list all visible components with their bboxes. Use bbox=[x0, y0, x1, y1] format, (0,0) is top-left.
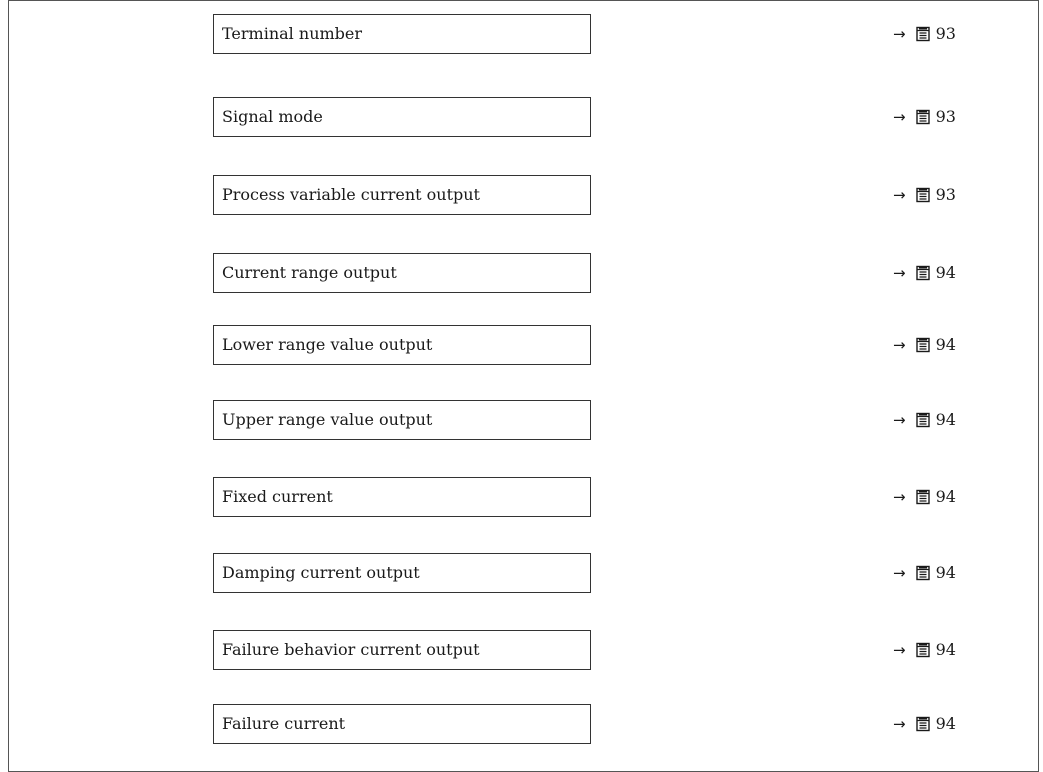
book-page-icon bbox=[915, 565, 931, 581]
parameter-label[interactable]: Signal mode bbox=[213, 97, 591, 137]
arrow-right-icon: → bbox=[893, 488, 906, 506]
book-page-icon bbox=[915, 337, 931, 353]
page-reference-link[interactable]: → 94 bbox=[893, 400, 956, 440]
page-reference-link[interactable]: → 93 bbox=[893, 175, 956, 215]
parameter-label[interactable]: Fixed current bbox=[213, 477, 591, 517]
page-reference-link[interactable]: → 93 bbox=[893, 97, 956, 137]
page-number: 93 bbox=[935, 185, 956, 204]
book-page-icon bbox=[915, 716, 931, 732]
parameter-label[interactable]: Upper range value output bbox=[213, 400, 591, 440]
book-page-icon bbox=[915, 642, 931, 658]
arrow-right-icon: → bbox=[893, 564, 906, 582]
parameter-label[interactable]: Terminal number bbox=[213, 14, 591, 54]
page-number: 94 bbox=[935, 410, 956, 429]
parameter-row-upper-range-value-output: Upper range value output → 94 bbox=[0, 400, 1043, 440]
book-page-icon bbox=[915, 26, 931, 42]
arrow-right-icon: → bbox=[893, 108, 906, 126]
page-reference-link[interactable]: → 94 bbox=[893, 553, 956, 593]
parameter-row-failure-behavior-current-output: Failure behavior current output → 94 bbox=[0, 630, 1043, 670]
page-number: 94 bbox=[935, 263, 956, 282]
book-page-icon bbox=[915, 412, 931, 428]
parameter-row-lower-range-value-output: Lower range value output → 94 bbox=[0, 325, 1043, 365]
parameter-row-failure-current: Failure current → 94 bbox=[0, 704, 1043, 744]
parameter-label[interactable]: Current range output bbox=[213, 253, 591, 293]
page-reference-link[interactable]: → 93 bbox=[893, 14, 956, 54]
book-page-icon bbox=[915, 109, 931, 125]
parameter-row-process-variable-current-output: Process variable current output → 93 bbox=[0, 175, 1043, 215]
page-number: 94 bbox=[935, 335, 956, 354]
parameter-row-terminal-number: Terminal number → 93 bbox=[0, 14, 1043, 54]
page-reference-link[interactable]: → 94 bbox=[893, 253, 956, 293]
page-number: 94 bbox=[935, 487, 956, 506]
parameter-row-fixed-current: Fixed current → 94 bbox=[0, 477, 1043, 517]
parameter-row-damping-current-output: Damping current output → 94 bbox=[0, 553, 1043, 593]
parameter-list: Terminal number → 93 Signal mode → 93 Pr… bbox=[0, 0, 1043, 760]
arrow-right-icon: → bbox=[893, 186, 906, 204]
parameter-label[interactable]: Process variable current output bbox=[213, 175, 591, 215]
parameter-label[interactable]: Lower range value output bbox=[213, 325, 591, 365]
arrow-right-icon: → bbox=[893, 641, 906, 659]
parameter-label[interactable]: Damping current output bbox=[213, 553, 591, 593]
page-reference-link[interactable]: → 94 bbox=[893, 630, 956, 670]
parameter-label[interactable]: Failure current bbox=[213, 704, 591, 744]
book-page-icon bbox=[915, 489, 931, 505]
arrow-right-icon: → bbox=[893, 264, 906, 282]
page-reference-link[interactable]: → 94 bbox=[893, 325, 956, 365]
parameter-label[interactable]: Failure behavior current output bbox=[213, 630, 591, 670]
parameter-row-current-range-output: Current range output → 94 bbox=[0, 253, 1043, 293]
arrow-right-icon: → bbox=[893, 715, 906, 733]
arrow-right-icon: → bbox=[893, 336, 906, 354]
arrow-right-icon: → bbox=[893, 25, 906, 43]
arrow-right-icon: → bbox=[893, 411, 906, 429]
book-page-icon bbox=[915, 265, 931, 281]
book-page-icon bbox=[915, 187, 931, 203]
parameter-row-signal-mode: Signal mode → 93 bbox=[0, 97, 1043, 137]
page-number: 93 bbox=[935, 24, 956, 43]
page-number: 94 bbox=[935, 640, 956, 659]
page-reference-link[interactable]: → 94 bbox=[893, 477, 956, 517]
page-number: 94 bbox=[935, 563, 956, 582]
page-reference-link[interactable]: → 94 bbox=[893, 704, 956, 744]
page-number: 94 bbox=[935, 714, 956, 733]
page-number: 93 bbox=[935, 107, 956, 126]
